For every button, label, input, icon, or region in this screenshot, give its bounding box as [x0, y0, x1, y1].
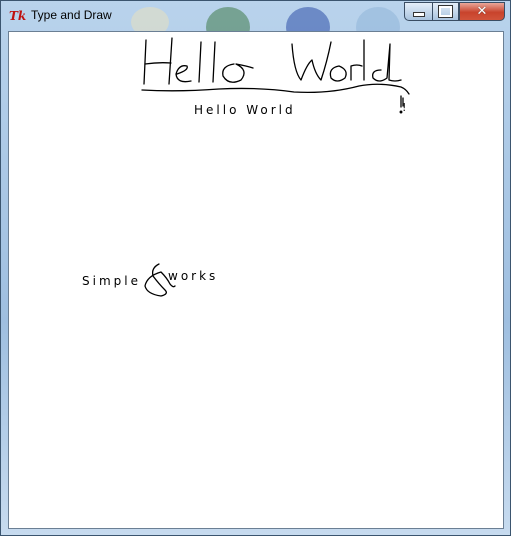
typed-text-simple: Simple: [82, 274, 141, 288]
maximize-button[interactable]: [432, 2, 459, 21]
tk-feather-icon[interactable]: Tk: [9, 8, 27, 24]
typed-text-hello-world: Hello World: [194, 103, 296, 117]
handwritten-hello: [143, 37, 254, 85]
handwritten-underline: [141, 83, 410, 95]
titlebar[interactable]: Tk Type and Draw ✕: [1, 1, 511, 31]
close-icon: ✕: [476, 4, 488, 19]
drawing-canvas[interactable]: Hello World ! Simple works: [8, 31, 504, 529]
close-button[interactable]: ✕: [459, 2, 505, 21]
typed-text-exclamation: !: [402, 101, 410, 114]
minimize-button[interactable]: [404, 2, 432, 21]
typed-text-works: works: [168, 269, 219, 283]
window-title: Type and Draw: [31, 8, 112, 22]
minimize-icon: [412, 12, 425, 17]
maximize-icon: [438, 5, 453, 18]
app-window: Tk Type and Draw ✕ Hello World ! Simple …: [0, 0, 511, 536]
handwritten-world: [291, 39, 402, 82]
